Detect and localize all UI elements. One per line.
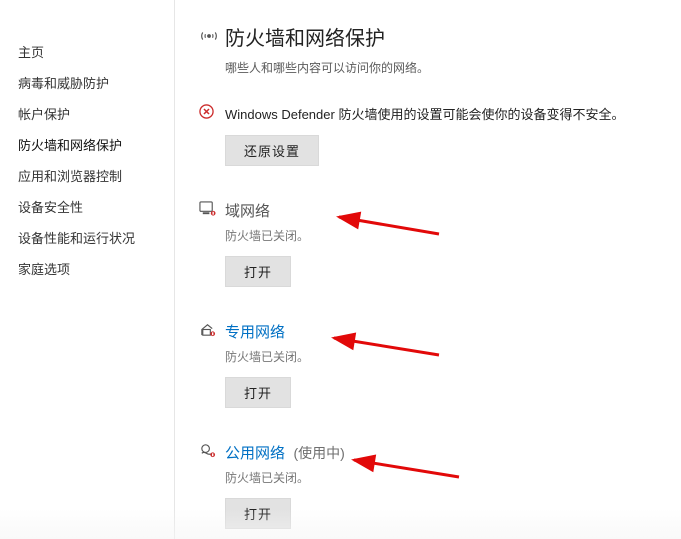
bottom-fade-decoration [0,509,681,539]
page-title: 防火墙和网络保护 [225,22,671,51]
network-broadcast-icon [199,26,219,46]
sidebar-item-device-security[interactable]: 设备安全性 [0,191,174,222]
domain-turn-on-button[interactable]: 打开 [225,256,291,287]
public-network-title[interactable]: 公用网络 [225,445,285,462]
domain-network-icon [199,200,217,218]
page-subtitle: 哪些人和哪些内容可以访问你的网络。 [225,59,671,76]
in-use-label: (使用中) [293,445,344,461]
domain-network-title: 域网络 [225,203,270,220]
sidebar-item-app-browser-control[interactable]: 应用和浏览器控制 [0,160,174,191]
private-network-icon [199,321,217,339]
sidebar-item-virus-protection[interactable]: 病毒和威胁防护 [0,67,174,98]
private-turn-on-button[interactable]: 打开 [225,377,291,408]
main: 防火墙和网络保护 哪些人和哪些内容可以访问你的网络。 Windows Defen… [225,22,671,529]
private-network-title[interactable]: 专用网络 [225,324,285,341]
public-network-icon [199,442,217,460]
sidebar-item-device-performance[interactable]: 设备性能和运行状况 [0,222,174,253]
private-network-section: 专用网络 防火墙已关闭。 打开 [225,321,671,408]
warning-x-icon [199,104,215,120]
sidebar-item-family-options[interactable]: 家庭选项 [0,253,174,284]
sidebar: 主页 病毒和威胁防护 帐户保护 防火墙和网络保护 应用和浏览器控制 设备安全性 … [0,0,175,539]
public-network-status: 防火墙已关闭。 [225,469,671,486]
warning-text: Windows Defender 防火墙使用的设置可能会使你的设备变得不安全。 [225,104,671,123]
domain-network-status: 防火墙已关闭。 [225,227,671,244]
sidebar-item-account-protection[interactable]: 帐户保护 [0,98,174,129]
restore-settings-button[interactable]: 还原设置 [225,135,319,166]
sidebar-item-firewall[interactable]: 防火墙和网络保护 [0,129,174,160]
sidebar-item-home[interactable]: 主页 [0,36,174,67]
domain-network-section: 域网络 防火墙已关闭。 打开 [225,200,671,287]
private-network-status: 防火墙已关闭。 [225,348,671,365]
warning-block: Windows Defender 防火墙使用的设置可能会使你的设备变得不安全。 … [225,104,671,166]
